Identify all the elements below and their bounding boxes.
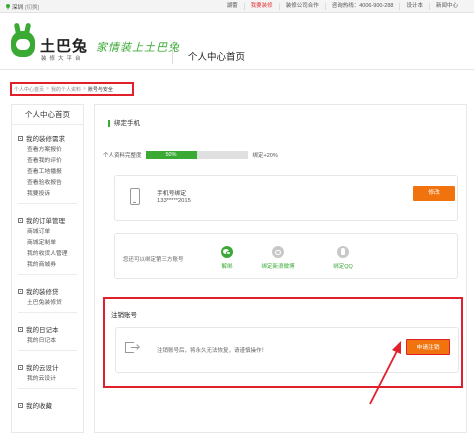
- sidebar-item-loan[interactable]: 土巴兔装修贷: [18, 298, 83, 309]
- weibo-binding[interactable]: 绑定新浪微博: [260, 246, 296, 270]
- sidebar-item-cloud-design[interactable]: 我的云设计: [18, 374, 83, 385]
- list-icon: [18, 402, 23, 408]
- divider: [18, 312, 77, 313]
- sidebar-item-inspection[interactable]: 查看验收报告: [18, 178, 83, 189]
- phone-binding-label: 手机号绑定: [157, 191, 186, 197]
- main-panel: 绑定手机 个人资料完整度 50% 绑定+20% 手机号绑定 133*****20…: [94, 104, 467, 433]
- list-icon: [18, 326, 23, 332]
- wechat-label[interactable]: 解绑: [212, 262, 242, 270]
- list-icon: [18, 217, 23, 223]
- cancel-account-title: 注销账号: [111, 312, 137, 319]
- city-name: 深圳: [12, 5, 24, 11]
- breadcrumb-item-current: 账号与安全: [87, 86, 113, 93]
- third-party-hint: 您还可以绑定第三方账号: [123, 257, 184, 263]
- apply-cancel-button[interactable]: 申请注销: [406, 339, 450, 355]
- sidebar-group-favorites: 我的收藏: [12, 400, 83, 415]
- breadcrumb-item-home[interactable]: 个人中心首页: [14, 86, 44, 93]
- breadcrumb: 个人中心首页 > 我的个人资料 > 账号与安全: [10, 82, 134, 96]
- wechat-icon: [221, 246, 233, 258]
- sidebar-item-site-report[interactable]: 查看工地播报: [18, 167, 83, 178]
- weibo-icon: [272, 246, 284, 258]
- list-icon: [18, 288, 23, 294]
- mobile-phone-icon: [130, 188, 140, 205]
- sidebar-group-header[interactable]: 我的装修贷: [18, 286, 83, 296]
- top-nav-news[interactable]: 新闻中心: [428, 3, 464, 10]
- sidebar-group-title: 我的订单管理: [26, 218, 65, 225]
- divider: [18, 274, 77, 275]
- top-nav-hotline: 咨询热线：4006-900-288: [324, 3, 400, 10]
- profile-progress: 个人资料完整度 50% 绑定+20%: [103, 151, 278, 159]
- sidebar-group-design: 我的云设计 我的云设计: [12, 362, 83, 392]
- phone-number: 133*****2015: [157, 198, 191, 204]
- list-icon: [18, 135, 23, 141]
- sidebar-group-header[interactable]: 我的收藏: [18, 400, 83, 410]
- sidebar-item-consignee[interactable]: 我的收货人管理: [18, 249, 83, 260]
- phone-binding-card: 手机号绑定 133*****2015 修改: [114, 175, 458, 221]
- sidebar-item-custom-orders[interactable]: 商城定制单: [18, 238, 83, 249]
- sidebar-group-diary: 我的日记本 我的日记本: [12, 324, 83, 354]
- rabbit-logo-icon[interactable]: [11, 31, 35, 57]
- header-divider: [172, 42, 173, 64]
- divider: [18, 350, 77, 351]
- city-switch-link[interactable]: [切换]: [25, 3, 39, 11]
- cancel-account-section: 注销账号 注销账号后，将永久无法恢复，请谨慎操作！ 申请注销: [103, 297, 463, 388]
- sidebar-group-needs: 我的装修需求 查看方案报价 查看我的评价 查看工地播报 查看验收报告 我要投诉: [12, 133, 83, 207]
- progress-bar: 50%: [145, 151, 248, 159]
- top-nav-design[interactable]: 设计本: [399, 3, 429, 10]
- page-title: 个人中心首页: [188, 52, 246, 63]
- top-bar: 深圳 [切换] 湖蕾 我要装修 装修公司合作 咨询热线：4006-900-288…: [0, 0, 474, 13]
- sidebar-item-review[interactable]: 查看我的评价: [18, 156, 83, 167]
- top-nav-cooperation[interactable]: 装修公司合作: [278, 3, 325, 10]
- section-title: 绑定手机: [108, 120, 140, 127]
- modify-button[interactable]: 修改: [413, 186, 455, 201]
- third-party-binding-card: 您还可以绑定第三方账号 解绑 绑定新浪微博 绑定QQ: [114, 233, 458, 279]
- breadcrumb-separator: >: [82, 86, 86, 92]
- progress-fill: 50%: [145, 151, 197, 159]
- weibo-label[interactable]: 绑定新浪微博: [260, 262, 296, 270]
- logo-subtitle: 装修大平台: [41, 56, 84, 62]
- sidebar-group-title: 我的收藏: [26, 403, 52, 410]
- top-nav-renovate[interactable]: 我要装修: [243, 3, 279, 10]
- sidebar-item-coupons[interactable]: 我的商城券: [18, 260, 83, 271]
- top-nav-user[interactable]: 湖蕾: [221, 3, 244, 10]
- sidebar-group-header[interactable]: 我的日记本: [18, 324, 83, 334]
- sidebar-group-title: 我的日记本: [26, 327, 59, 334]
- list-icon: [18, 364, 23, 370]
- qq-icon: [337, 246, 349, 258]
- sidebar: 个人中心首页 我的装修需求 查看方案报价 查看我的评价 查看工地播报 查看验收报…: [11, 104, 84, 433]
- location[interactable]: 深圳 [切换]: [5, 3, 39, 11]
- logout-arrow-icon: [131, 347, 138, 349]
- sidebar-group-header[interactable]: 我的装修需求: [18, 133, 83, 143]
- breadcrumb-item-profile[interactable]: 我的个人资料: [51, 86, 81, 93]
- top-nav: 湖蕾 我要装修 装修公司合作 咨询热线：4006-900-288 设计本 新闻中…: [221, 3, 464, 10]
- sidebar-group-title: 我的云设计: [26, 365, 59, 372]
- sidebar-item-quote[interactable]: 查看方案报价: [18, 145, 83, 156]
- sidebar-group-header[interactable]: 我的云设计: [18, 362, 83, 372]
- sidebar-item-diary[interactable]: 我的日记本: [18, 336, 83, 347]
- sidebar-group-title: 我的装修需求: [26, 136, 65, 143]
- sidebar-group-header[interactable]: 我的订单管理: [18, 215, 83, 225]
- divider: [18, 203, 77, 204]
- sidebar-item-complaint[interactable]: 我要投诉: [18, 189, 83, 200]
- progress-label: 个人资料完整度: [103, 153, 142, 159]
- logo-title[interactable]: 土巴兔: [40, 35, 88, 56]
- cancel-account-warning: 注销账号后，将永久无法恢复，请谨慎操作！: [157, 348, 268, 354]
- location-pin-icon: [5, 4, 10, 10]
- slogan: 家情装上土巴兔: [96, 41, 180, 54]
- divider: [18, 388, 77, 389]
- cancel-account-card: 注销账号后，将永久无法恢复，请谨慎操作！ 申请注销: [115, 327, 459, 373]
- sidebar-group-orders: 我的订单管理 商城订单 商城定制单 我的收货人管理 我的商城券: [12, 215, 83, 278]
- sidebar-group-loan: 我的装修贷 土巴兔装修贷: [12, 286, 83, 316]
- wechat-binding[interactable]: 解绑: [212, 246, 242, 270]
- breadcrumb-separator: >: [46, 86, 49, 92]
- sidebar-item-mall-orders[interactable]: 商城订单: [18, 227, 83, 238]
- qq-label[interactable]: 绑定QQ: [328, 262, 358, 270]
- sidebar-group-title: 我的装修贷: [26, 289, 59, 296]
- qq-binding[interactable]: 绑定QQ: [328, 246, 358, 270]
- header: 土巴兔 装修大平台 家情装上土巴兔 个人中心首页: [0, 13, 474, 70]
- sidebar-home-link[interactable]: 个人中心首页: [12, 105, 83, 125]
- progress-hint: 绑定+20%: [252, 153, 278, 159]
